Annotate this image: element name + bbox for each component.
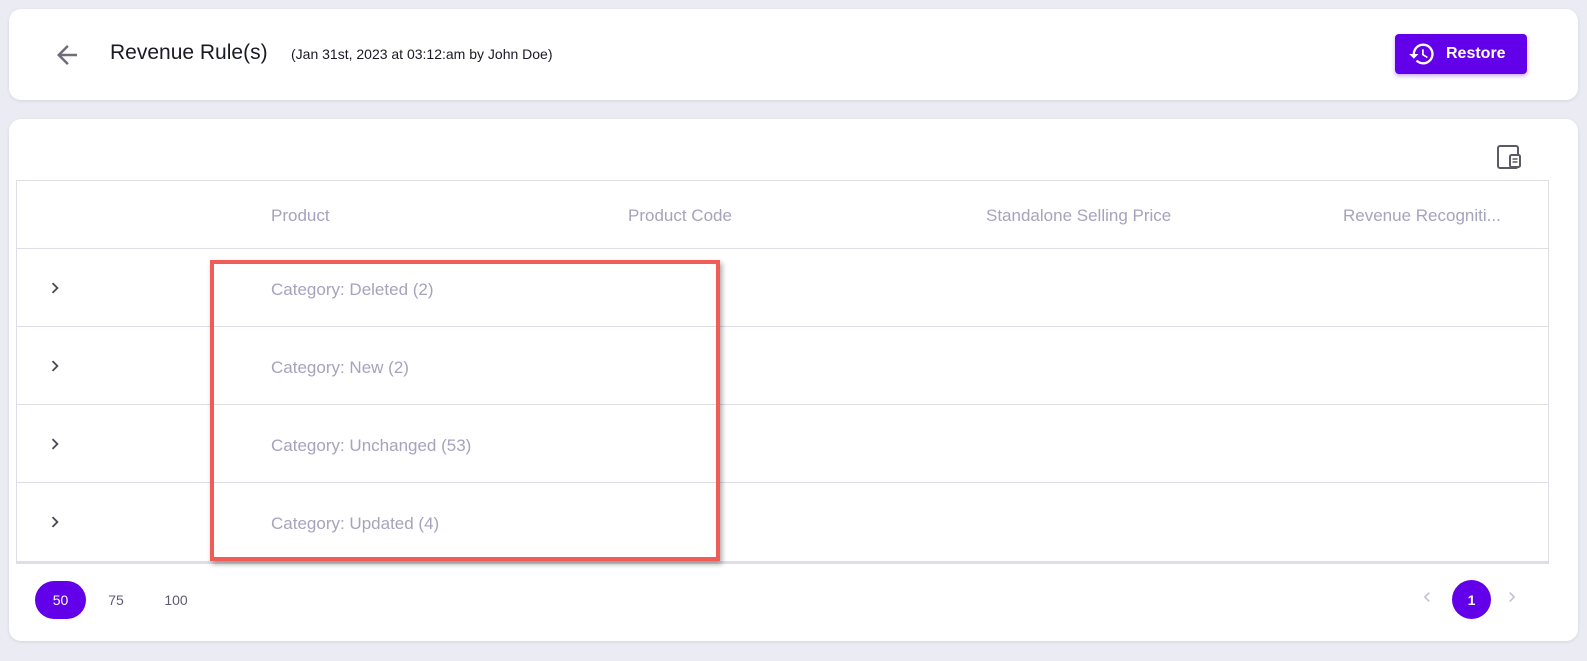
previous-page-button[interactable] [1415, 585, 1439, 609]
group-label: Category: New (2) [271, 358, 409, 377]
group-label: Category: Unchanged (53) [271, 436, 472, 455]
chevron-right-icon [51, 360, 59, 372]
current-page[interactable]: 1 [1452, 580, 1491, 619]
grid-header: Product Product Code Standalone Selling … [17, 181, 1548, 249]
chevron-right-icon [51, 516, 59, 528]
group-row-deleted[interactable]: Category: Deleted (2) [17, 249, 1548, 327]
restore-button-label: Restore [1446, 45, 1506, 62]
chevron-left-icon [1423, 592, 1430, 602]
page-title: Revenue Rule(s) [110, 41, 268, 64]
columns-toggle-button[interactable] [1493, 141, 1525, 173]
back-button[interactable] [49, 37, 85, 73]
group-label: Category: Deleted (2) [271, 280, 434, 299]
chevron-right-icon [1509, 592, 1516, 602]
group-row-new[interactable]: Category: New (2) [17, 327, 1548, 405]
history-icon [1408, 40, 1436, 68]
page-size-75[interactable]: 75 [95, 581, 137, 619]
arrow-left-icon [57, 45, 77, 65]
page-size-100[interactable]: 100 [155, 581, 197, 619]
expand-button[interactable] [43, 354, 67, 378]
chevron-right-icon [51, 438, 59, 450]
page-size-50[interactable]: 50 [35, 581, 86, 619]
group-label: Category: Updated (4) [271, 514, 440, 533]
expand-button[interactable] [43, 432, 67, 456]
column-header-revenue-recognition[interactable]: Revenue Recogniti... [1343, 206, 1501, 226]
main-card: Product Product Code Standalone Selling … [9, 119, 1578, 641]
column-header-product-code[interactable]: Product Code [628, 206, 732, 226]
column-panel-icon [1497, 145, 1521, 169]
group-row-unchanged[interactable]: Category: Unchanged (53) [17, 405, 1548, 483]
restore-button[interactable]: Restore [1395, 34, 1527, 74]
header-card: Revenue Rule(s) (Jan 31st, 2023 at 03:12… [9, 9, 1578, 100]
expand-button[interactable] [43, 510, 67, 534]
column-header-product[interactable]: Product [271, 206, 330, 226]
next-page-button[interactable] [1500, 585, 1524, 609]
data-grid: Product Product Code Standalone Selling … [16, 180, 1549, 562]
group-row-updated[interactable]: Category: Updated (4) [17, 483, 1548, 561]
column-header-standalone-selling-price[interactable]: Standalone Selling Price [986, 206, 1171, 226]
chevron-right-icon [51, 282, 59, 294]
page-subtitle: (Jan 31st, 2023 at 03:12:am by John Doe) [291, 46, 553, 62]
grid-divider [16, 562, 1549, 564]
expand-button[interactable] [43, 276, 67, 300]
